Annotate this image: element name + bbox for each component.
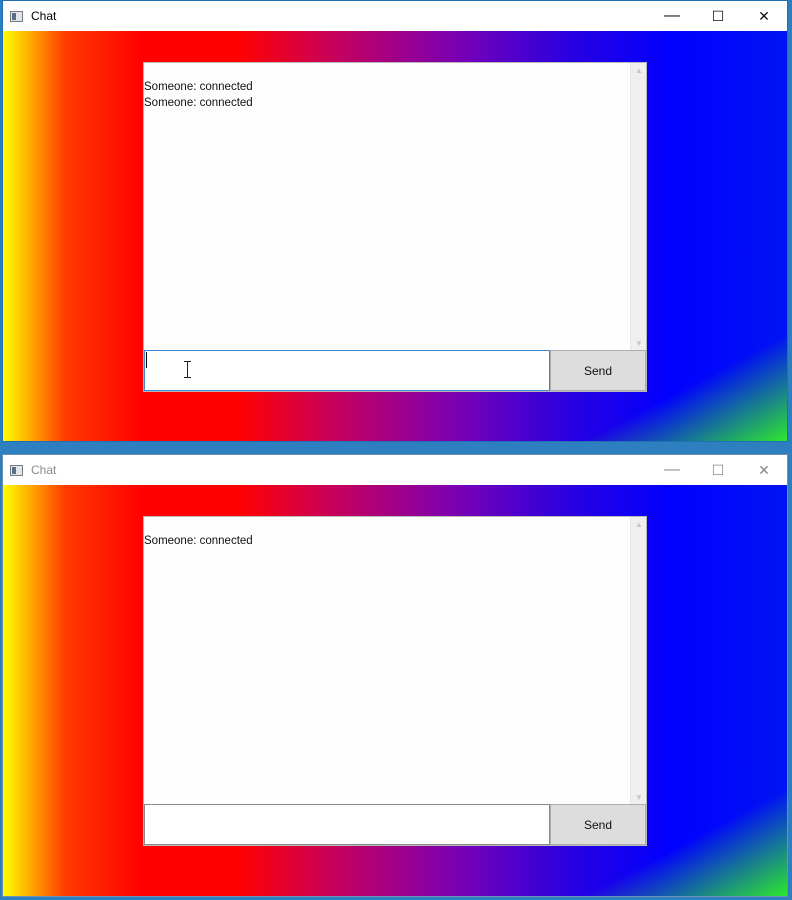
scroll-up-icon[interactable]: ▲ xyxy=(631,63,647,77)
text-cursor-icon xyxy=(184,361,191,378)
caption-buttons: — ☐ ✕ xyxy=(649,1,787,31)
message-list: Someone: connected Someone: connected xyxy=(144,63,630,350)
scroll-up-icon[interactable]: ▲ xyxy=(631,517,647,531)
chat-window-1: Chat — ☐ ✕ Someone: connected Someone: c… xyxy=(2,0,788,442)
window-title: Chat xyxy=(31,463,57,477)
chat-window-2: Chat — ☐ ✕ Someone: connected ▲ ▼ Send xyxy=(2,454,788,897)
minimize-icon[interactable]: — xyxy=(649,1,695,31)
send-button[interactable]: Send xyxy=(550,804,646,845)
send-button[interactable]: Send xyxy=(550,350,646,391)
chat-panel: Someone: connected Someone: connected ▲ … xyxy=(143,62,647,392)
title-bar[interactable]: Chat — ☐ ✕ xyxy=(3,455,787,485)
caption-buttons: — ☐ ✕ xyxy=(649,455,787,485)
maximize-icon[interactable]: ☐ xyxy=(695,455,741,485)
title-bar[interactable]: Chat — ☐ ✕ xyxy=(3,1,787,31)
scroll-down-icon[interactable]: ▼ xyxy=(631,790,647,804)
message-list: Someone: connected xyxy=(144,517,630,804)
gradient-background: Someone: connected Someone: connected ▲ … xyxy=(3,31,787,441)
vertical-scrollbar[interactable]: ▲ ▼ xyxy=(630,517,646,804)
chat-panel: Someone: connected ▲ ▼ Send xyxy=(143,516,647,846)
message-item: Someone: connected xyxy=(144,535,253,547)
input-row: Send xyxy=(144,804,646,845)
input-row: Send xyxy=(144,350,646,391)
scroll-down-icon[interactable]: ▼ xyxy=(631,336,647,350)
maximize-icon[interactable]: ☐ xyxy=(695,1,741,31)
app-window-icon xyxy=(10,464,23,476)
close-icon[interactable]: ✕ xyxy=(741,455,787,485)
window-title: Chat xyxy=(31,9,57,23)
app-window-icon xyxy=(10,10,23,22)
close-icon[interactable]: ✕ xyxy=(741,1,787,31)
message-input[interactable] xyxy=(144,804,550,845)
gradient-background: Someone: connected ▲ ▼ Send xyxy=(3,485,787,896)
message-item: Someone: connected xyxy=(144,81,253,93)
text-caret xyxy=(146,352,147,368)
minimize-icon[interactable]: — xyxy=(649,455,695,485)
message-item: Someone: connected xyxy=(144,97,253,109)
vertical-scrollbar[interactable]: ▲ ▼ xyxy=(630,63,646,350)
message-input[interactable] xyxy=(144,350,550,391)
